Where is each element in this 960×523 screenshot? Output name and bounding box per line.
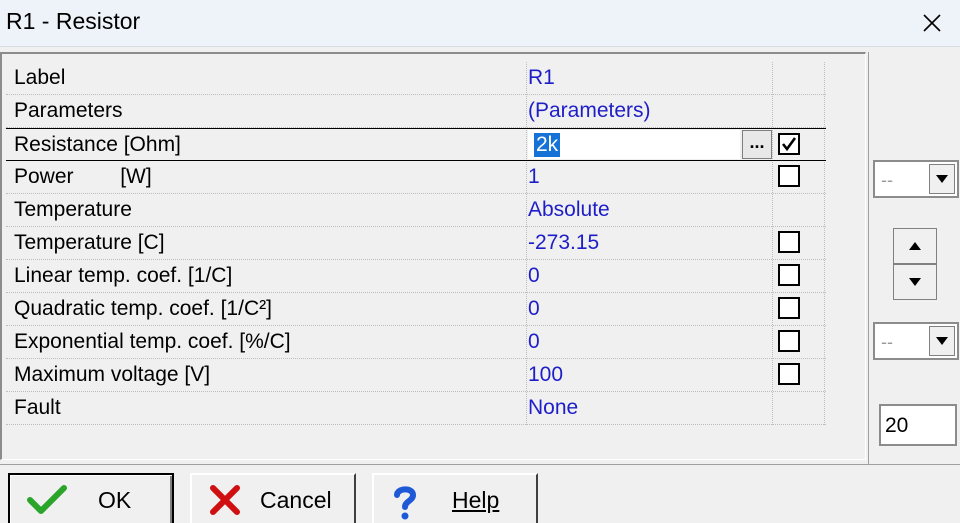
property-row[interactable]: Temperature Absolute [6,194,826,227]
chevron-down-icon [936,175,948,183]
property-checkbox[interactable] [778,297,800,319]
combo-top-dropdown-button[interactable] [929,164,955,194]
side-panel: -- -- 20 [868,52,960,464]
property-row[interactable]: Exponential temp. coef. [%/C] 0 [6,326,826,359]
spin-up-button[interactable] [893,228,937,264]
spin-down-button[interactable] [893,264,937,300]
property-value[interactable]: 0 [528,264,540,288]
close-button[interactable] [904,0,960,46]
property-name: Linear temp. coef. [1/C] [14,264,233,287]
property-value[interactable]: 100 [528,363,563,387]
ok-button-label: OK [98,487,132,513]
help-button-label: Help [452,487,500,513]
window-title: R1 - Resistor [6,8,141,34]
property-value-selected-text: 2k [534,133,561,157]
property-row[interactable]: Power [W] 1 [6,161,826,194]
property-checkbox[interactable] [778,264,800,286]
property-checkbox[interactable] [778,231,800,253]
property-row[interactable]: Resistance [Ohm] 2k... [6,128,826,161]
property-checkbox[interactable] [778,330,800,352]
property-row[interactable]: Maximum voltage [V] 100 [6,359,826,392]
property-grid: Label R1 Parameters (Parameters) Resistance … [6,62,826,425]
property-name: Exponential temp. coef. [%/C] [14,330,291,353]
combo-top[interactable]: -- [873,160,959,198]
property-name: Parameters [14,99,123,122]
arrow-down-icon [909,278,921,286]
property-name: Label [14,66,66,89]
property-checkbox[interactable] [778,363,800,385]
combo-bottom-dropdown-button[interactable] [929,326,955,356]
property-value[interactable]: 0 [528,297,540,321]
help-button[interactable]: Help [372,473,538,523]
cancel-button-label: Cancel [260,487,332,513]
property-name: Temperature [C] [14,231,165,254]
property-value[interactable]: None [528,396,578,420]
property-name: Maximum voltage [V] [14,363,211,386]
x-icon [210,485,240,515]
combo-top-value: -- [881,170,893,190]
cancel-button[interactable]: Cancel [190,473,356,523]
title-bar: R1 - Resistor [0,0,960,47]
property-value[interactable]: (Parameters) [528,99,651,123]
property-grid-container: Label R1 Parameters (Parameters) Resistance … [0,52,866,460]
property-value[interactable]: 1 [528,165,540,189]
property-row[interactable]: Fault None [6,392,826,425]
close-icon [923,14,941,32]
property-value[interactable]: R1 [528,66,555,90]
property-value[interactable]: -273.15 [528,231,599,255]
property-row[interactable]: Parameters (Parameters) [6,95,826,128]
property-name: Quadratic temp. coef. [1/C²] [14,297,272,320]
combo-bottom[interactable]: -- [873,322,959,360]
resistor-dialog: R1 - Resistor Label R1 Parameters (Paramete… [0,0,960,523]
button-bar: OK Cancel Help [0,464,960,523]
property-checkbox[interactable] [778,133,800,155]
property-row[interactable]: Label R1 [6,62,826,95]
property-row[interactable]: Temperature [C] -273.15 [6,227,826,260]
ellipsis-button[interactable]: ... [742,130,772,159]
question-icon [394,486,417,520]
number-field[interactable]: 20 [879,404,957,446]
number-field-value: 20 [885,414,909,437]
property-name: Temperature [14,198,132,221]
arrow-up-icon [909,242,921,250]
chevron-down-icon [936,337,948,345]
property-checkbox[interactable] [778,165,800,187]
property-value-editor[interactable]: 2k [528,130,740,159]
check-icon [27,485,67,514]
property-value[interactable]: 0 [528,330,540,354]
property-value[interactable]: Absolute [528,198,610,222]
property-name: Resistance [Ohm] [14,133,181,156]
checkmark-icon [781,137,797,152]
combo-bottom-value: -- [881,332,893,352]
ok-button[interactable]: OK [8,473,174,523]
property-name: Fault [14,396,61,419]
property-name: Power [W] [14,165,152,188]
property-row[interactable]: Quadratic temp. coef. [1/C²] 0 [6,293,826,326]
property-row[interactable]: Linear temp. coef. [1/C] 0 [6,260,826,293]
